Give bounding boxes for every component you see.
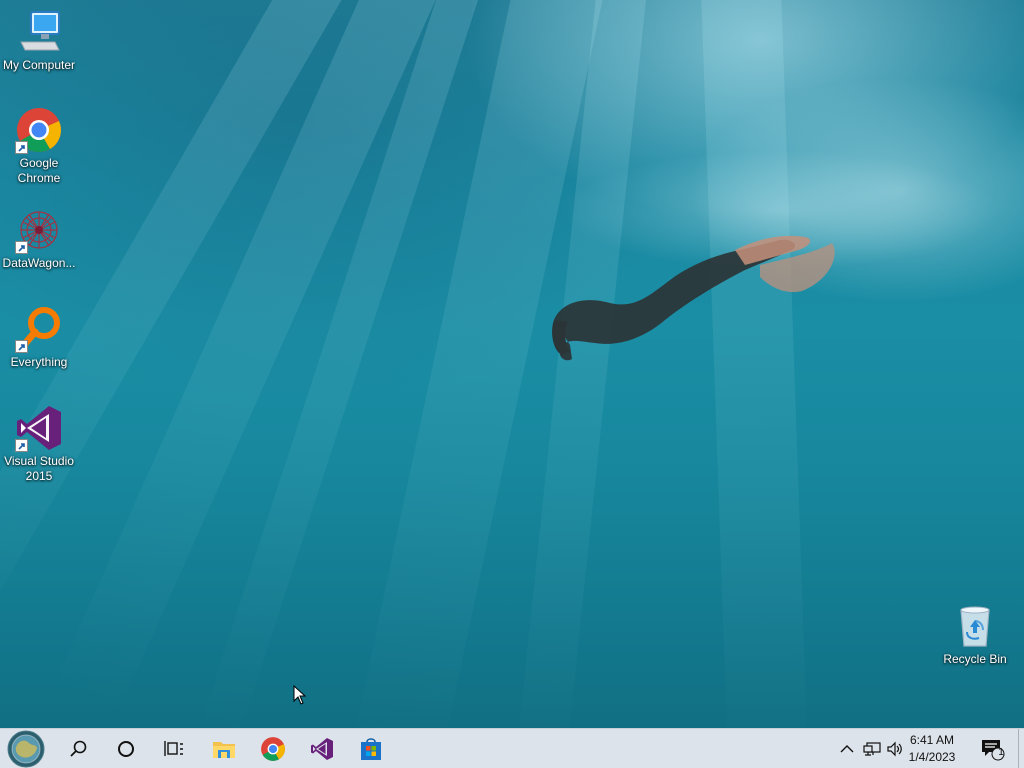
taskbar-visual-studio-button[interactable] [298,729,346,768]
start-orb-icon [7,730,45,768]
file-explorer-icon [213,742,235,758]
visual-studio-icon [15,404,63,452]
recycle-bin-icon [951,602,999,650]
freediver-figure [552,235,835,361]
shortcut-arrow-icon [15,439,28,452]
desktop-icon-datawagon[interactable]: DataWagon... [0,206,78,271]
taskbar-clock[interactable]: 6:41 AM 1/4/2023 [902,732,962,766]
clock-time: 6:41 AM [909,733,955,747]
chrome-icon [261,737,285,761]
desktop-icon-label: Google Chrome [17,156,61,185]
monitor-icon [15,8,63,56]
desktop-icon-label: My Computer [2,58,76,72]
taskbar-file-explorer-button[interactable] [200,729,248,768]
start-button[interactable] [2,729,50,768]
task-view-icon [164,741,183,756]
taskbar-cortana-button[interactable] [102,729,150,768]
action-center-button[interactable]: 1 [976,729,1010,768]
desktop-wallpaper[interactable]: My Computer Google Chrome DataWagon... E… [0,0,1024,728]
chevron-up-icon [840,745,854,753]
show-hidden-icons-button[interactable] [836,729,858,768]
chrome-icon [15,106,63,154]
datawagon-icon [15,206,63,254]
visual-studio-icon [311,738,333,760]
mouse-cursor-icon [293,685,307,705]
network-icon [863,742,881,756]
shortcut-arrow-icon [15,340,28,353]
desktop-icon-label: DataWagon... [2,256,76,270]
network-tray-button[interactable] [860,729,884,768]
clock-date: 1/4/2023 [908,750,956,764]
store-icon [361,738,381,760]
desktop-icon-label: Recycle Bin [943,652,1007,666]
show-desktop-button[interactable] [1018,729,1024,768]
notification-count-badge: 1 [998,747,1004,758]
desktop-icon-everything[interactable]: Everything [0,305,78,370]
taskbar-search-button[interactable] [54,729,102,768]
desktop-icon-visual-studio[interactable]: Visual Studio 2015 [0,404,78,484]
shortcut-arrow-icon [15,241,28,254]
desktop-icon-google-chrome[interactable]: Google Chrome [0,106,78,186]
taskbar-task-view-button[interactable] [150,729,198,768]
search-icon [70,740,87,757]
taskbar-chrome-button[interactable] [249,729,297,768]
desktop-icon-recycle-bin[interactable]: Recycle Bin [936,602,1014,667]
desktop-icon-my-computer[interactable]: My Computer [0,8,78,73]
taskbar: 6:41 AM 1/4/2023 1 [0,728,1024,768]
desktop-icon-label: Everything [10,355,68,369]
desktop-icon-label: Visual Studio 2015 [4,454,74,483]
cortana-icon [118,741,134,757]
taskbar-store-button[interactable] [347,729,395,768]
everything-search-icon [15,305,63,353]
shortcut-arrow-icon [15,141,28,154]
